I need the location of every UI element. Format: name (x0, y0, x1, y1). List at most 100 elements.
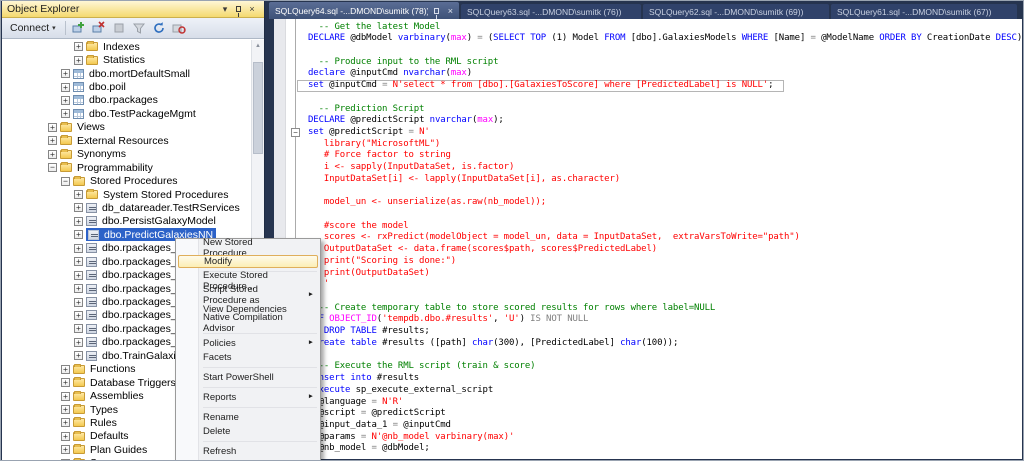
sql-editor[interactable]: − -- Get the latest ModelDECLARE @dbMode… (274, 19, 1022, 459)
code-token: [dbo].GalaxiesModels (625, 33, 741, 43)
expand-icon[interactable]: + (74, 203, 83, 212)
tree-item-statistics[interactable]: +Statistics (2, 53, 251, 66)
tree-item-views[interactable]: + Views (2, 121, 251, 134)
expand-icon[interactable]: + (74, 257, 83, 266)
expand-icon[interactable]: − (48, 163, 57, 172)
expand-icon[interactable]: + (74, 244, 83, 253)
code-token: set (308, 80, 324, 90)
sproc-icon (86, 351, 97, 361)
menu-item-refresh[interactable]: Refresh (176, 444, 320, 458)
tree-item-dbo-mortdefaultsmall[interactable]: +dbo.mortDefaultSmall (2, 67, 251, 80)
tree-item-db-datareader-testrservices[interactable]: +db_datareader.TestRServices (2, 201, 251, 214)
menu-item-script-stored-procedure-as[interactable]: Script Stored Procedure as► (176, 288, 320, 302)
expand-icon[interactable]: + (61, 405, 70, 414)
tab-sqlquery63-sql[interactable]: SQLQuery63.sql -...DMOND\sumitk (76)) (461, 4, 641, 19)
tree-item-dbo-persistgalaxymodel[interactable]: + dbo.PersistGalaxyModel (2, 215, 251, 228)
expand-icon[interactable]: + (74, 190, 83, 199)
expand-icon[interactable]: + (61, 365, 70, 374)
tree-item-synonyms[interactable]: +Synonyms (2, 148, 251, 161)
sql-code[interactable]: -- Get the latest ModelDECLARE @dbModel … (308, 22, 1022, 456)
code-token: ) (467, 68, 472, 78)
expand-icon[interactable]: + (61, 83, 70, 92)
connect-button[interactable]: Connect ▾ (6, 20, 60, 36)
tree-item-label: dbo.PersistGalaxyModel (101, 215, 217, 227)
submenu-arrow-icon: ► (308, 291, 314, 298)
code-line: print("Scoring is done:") (308, 256, 1022, 268)
menu-item-native-compilation-advisor[interactable]: Native Compilation Advisor (176, 316, 320, 330)
code-token: char (620, 338, 641, 348)
tree-item-label: Database Triggers (89, 377, 177, 389)
tab-sqlquery62-sql[interactable]: SQLQuery62.sql -...DMOND\sumitk (69)) (643, 4, 829, 19)
tree-item-system-stored-procedures[interactable]: +System Stored Procedures (2, 188, 251, 201)
object-explorer-titlebar[interactable]: Object Explorer ▾ × (2, 1, 264, 18)
connect-server-icon[interactable] (71, 20, 88, 36)
tree-item-programmability[interactable]: −Programmability (2, 161, 251, 174)
tab-sqlquery61-sql[interactable]: SQLQuery61.sql -...DMOND\sumitk (67)) (831, 4, 1017, 19)
menu-item-policies[interactable]: Policies► (176, 336, 320, 350)
error-logs-icon[interactable] (171, 20, 188, 36)
expand-icon[interactable]: + (74, 324, 83, 333)
expand-icon[interactable]: + (61, 378, 70, 387)
expand-icon[interactable]: + (48, 136, 57, 145)
window-position-icon[interactable]: ▾ (218, 2, 232, 17)
menu-item-facets[interactable]: Facets (176, 350, 320, 364)
tree-item-external-resources[interactable]: +External Resources (2, 134, 251, 147)
tree-item-stored-procedures[interactable]: −Stored Procedures (2, 174, 251, 187)
code-token: #results ([path] (377, 338, 472, 348)
expand-icon[interactable]: − (61, 177, 70, 186)
expand-icon[interactable]: + (74, 230, 83, 239)
close-icon[interactable]: × (245, 2, 259, 17)
expand-icon[interactable]: + (61, 392, 70, 401)
expand-icon[interactable]: + (74, 284, 83, 293)
expand-icon[interactable]: + (61, 69, 70, 78)
refresh-icon[interactable] (151, 20, 168, 36)
tree-item-dbo-poil[interactable]: +dbo.poil (2, 80, 251, 93)
scrollbar-thumb[interactable] (253, 62, 263, 154)
expand-icon[interactable]: + (61, 432, 70, 441)
expand-icon[interactable]: + (61, 418, 70, 427)
sproc-icon (86, 203, 97, 213)
expand-icon[interactable]: + (74, 42, 83, 51)
expand-icon[interactable]: + (61, 96, 70, 105)
expand-icon[interactable]: + (74, 338, 83, 347)
expand-icon[interactable]: + (74, 56, 83, 65)
tree-item-indexes[interactable]: +Indexes (2, 40, 251, 53)
scroll-up-icon[interactable]: ▲ (252, 40, 264, 52)
tree-item-dbo-testpackagemgmt[interactable]: +dbo.TestPackageMgmt (2, 107, 251, 120)
pin-tab-icon[interactable] (434, 8, 439, 14)
code-token: ) (520, 314, 531, 324)
expand-icon[interactable]: + (48, 123, 57, 132)
code-line: -- Produce input to the RML script (308, 57, 1022, 69)
menu-item-modify[interactable]: Modify (178, 255, 318, 268)
code-line: @input_data_1 = @inputCmd (308, 420, 1022, 432)
tab-sqlquery64-sql[interactable]: SQLQuery64.sql -...DMOND\sumitk (78))× (269, 2, 459, 19)
menu-item-reports[interactable]: Reports► (176, 390, 320, 404)
disconnect-server-icon[interactable] (91, 20, 108, 36)
menu-item-delete[interactable]: Delete (176, 424, 320, 438)
tree-item-label: dbo.rpackages_ (101, 309, 178, 321)
pin-icon[interactable] (236, 6, 241, 12)
code-token: @inputCmd (345, 68, 403, 78)
expand-icon[interactable]: + (61, 445, 70, 454)
expand-icon[interactable]: + (61, 109, 70, 118)
filter-icon[interactable] (131, 20, 148, 36)
stop-icon[interactable] (111, 20, 128, 36)
expand-icon[interactable]: + (61, 459, 70, 460)
folder-icon (73, 432, 85, 441)
menu-item-new-stored-procedure[interactable]: New Stored Procedure... (176, 241, 320, 255)
menu-item-rename[interactable]: Rename (176, 410, 320, 424)
close-tab-icon[interactable]: × (448, 6, 453, 16)
tree-item-label: Views (76, 121, 106, 133)
expand-icon[interactable]: + (74, 351, 83, 360)
expand-icon[interactable]: + (74, 311, 83, 320)
code-token: OutputDataSet <- data.frame(scores$path,… (308, 244, 657, 254)
folder-icon (73, 405, 85, 414)
collapse-region-icon[interactable]: − (291, 128, 300, 137)
code-line: set @predictScript = N' (308, 127, 1022, 139)
expand-icon[interactable]: + (48, 150, 57, 159)
menu-item-start-powershell[interactable]: Start PowerShell (176, 370, 320, 384)
expand-icon[interactable]: + (74, 271, 83, 280)
expand-icon[interactable]: + (74, 298, 83, 307)
tree-item-dbo-rpackages[interactable]: +dbo.rpackages (2, 94, 251, 107)
expand-icon[interactable]: + (74, 217, 83, 226)
